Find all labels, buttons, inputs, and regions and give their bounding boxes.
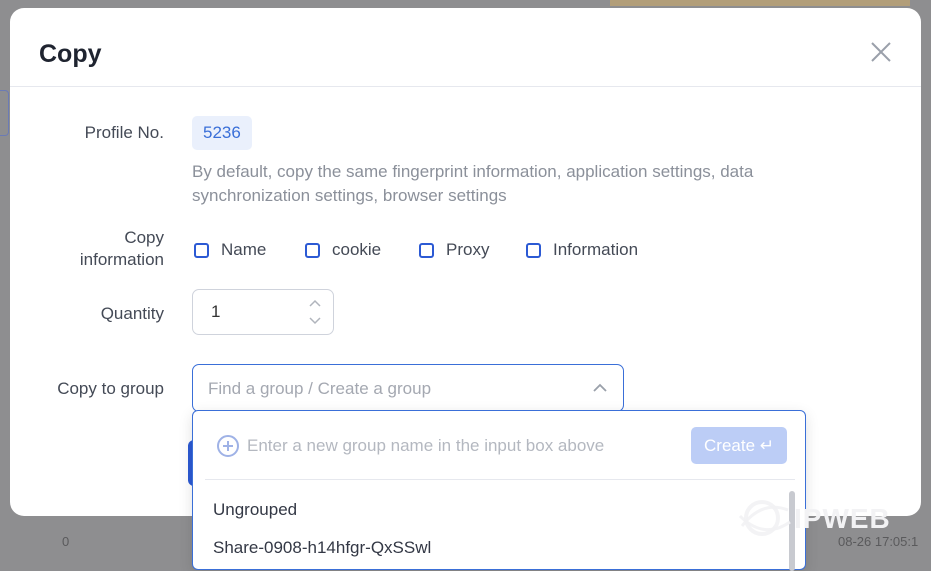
background-cell-left: 0 — [62, 534, 70, 549]
new-group-hint: Enter a new group name in the input box … — [247, 436, 605, 455]
background-edge-control — [0, 90, 9, 136]
quantity-label: Quantity — [100, 304, 164, 323]
profile-number-badge: 5236 — [192, 116, 252, 150]
checkbox-proxy[interactable]: Proxy — [419, 240, 489, 260]
checkbox-information-label: Information — [553, 240, 639, 259]
copy-default-hint: By default, copy the same fingerprint in… — [192, 162, 754, 205]
decrement-icon[interactable] — [309, 316, 321, 326]
copy-information-label-line2: information — [79, 250, 164, 269]
group-select[interactable]: Find a group / Create a group — [192, 364, 624, 412]
checkbox-name[interactable]: Name — [194, 240, 266, 260]
checkbox-box[interactable] — [305, 242, 320, 258]
checkbox-box[interactable] — [194, 242, 209, 258]
copy-information-label: Copy information — [50, 227, 164, 271]
copy-to-group-label: Copy to group — [57, 379, 164, 398]
checkbox-box[interactable] — [419, 242, 434, 258]
quantity-stepper[interactable]: 1 — [192, 289, 334, 335]
dialog-title: Copy — [39, 40, 102, 68]
watermark: IPWEB — [736, 496, 891, 542]
increment-icon[interactable] — [309, 298, 321, 308]
add-circle-icon — [217, 435, 239, 457]
dropdown-divider — [205, 479, 795, 480]
checkbox-box[interactable] — [526, 242, 541, 258]
checkbox-name-label: Name — [221, 240, 267, 259]
chevron-up-icon[interactable] — [593, 383, 607, 393]
profile-no-label: Profile No. — [84, 123, 164, 142]
checkbox-proxy-label: Proxy — [446, 240, 490, 259]
checkbox-information[interactable]: Information — [526, 240, 638, 260]
watermark-text: IPWEB — [794, 503, 891, 534]
group-dropdown: Enter a new group name in the input box … — [192, 410, 806, 571]
close-icon[interactable] — [867, 38, 895, 66]
watermark-logo-icon — [738, 500, 791, 536]
create-group-button[interactable]: Create ↵ — [691, 427, 787, 464]
copy-information-label-line1: Copy — [124, 228, 164, 247]
checkbox-cookie[interactable]: cookie — [305, 240, 381, 260]
dialog-header: Copy — [10, 8, 921, 87]
background-strip — [610, 0, 910, 6]
quantity-value[interactable]: 1 — [211, 302, 220, 322]
group-option-share[interactable]: Share-0908-h14hfgr-QxSSwl — [213, 538, 431, 558]
checkbox-cookie-label: cookie — [332, 240, 382, 259]
group-option-ungrouped[interactable]: Ungrouped — [213, 500, 297, 520]
group-select-placeholder: Find a group / Create a group — [208, 379, 432, 398]
